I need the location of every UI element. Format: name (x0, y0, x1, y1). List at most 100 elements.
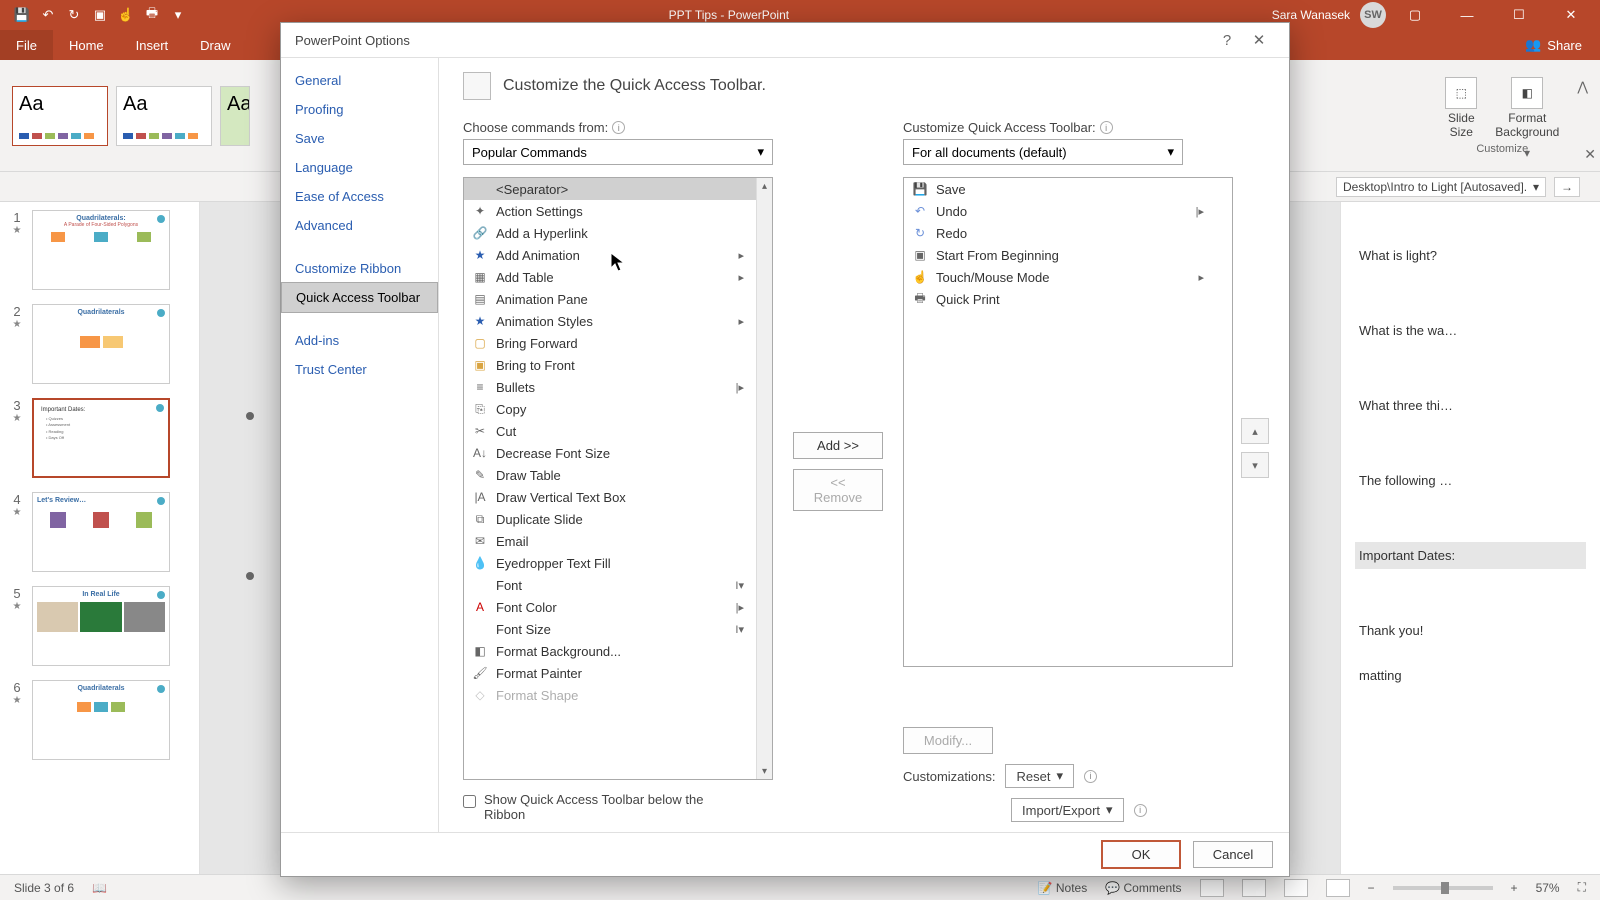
list-item[interactable]: What is the wa… (1355, 317, 1586, 344)
avatar[interactable]: SW (1360, 2, 1386, 28)
zoom-slider[interactable] (1393, 886, 1493, 890)
chevron-down-icon: ▾ (1056, 768, 1063, 784)
import-export-button[interactable]: Import/Export▾ (1011, 798, 1124, 822)
zoom-level[interactable]: 57% (1536, 881, 1560, 895)
redo-icon[interactable]: ↻ (66, 7, 82, 23)
ok-button[interactable]: OK (1101, 840, 1181, 869)
save-icon[interactable]: 💾 (14, 7, 30, 23)
nav-trust[interactable]: Trust Center (281, 355, 438, 384)
pane-dropdown-icon[interactable]: ▾ (1524, 146, 1530, 160)
file-path-field[interactable]: Desktop\Intro to Light [Autosaved].▾ (1336, 177, 1546, 197)
slide-panel: 1★ Quadrilaterals:A Parade of Four-Sided… (0, 202, 200, 874)
help-icon[interactable]: ? (1211, 32, 1243, 49)
slide-thumb-2[interactable]: Quadrilaterals (32, 304, 170, 384)
reading-view-icon[interactable] (1284, 879, 1308, 897)
collapse-ribbon-icon[interactable]: ⋀ (1577, 79, 1588, 95)
group-customize-label: Customize (1445, 143, 1559, 155)
list-item: ◇Format Shape (464, 684, 772, 706)
move-down-button[interactable]: ▾ (1241, 452, 1269, 478)
choose-commands-combo[interactable]: Popular Commands▾ (463, 139, 773, 165)
slide-thumb-6[interactable]: Quadrilaterals (32, 680, 170, 760)
nav-addins[interactable]: Add-ins (281, 326, 438, 355)
nav-save[interactable]: Save (281, 124, 438, 153)
start-icon[interactable]: ▣ (92, 7, 108, 23)
list-item[interactable]: Thank you! (1355, 617, 1586, 644)
reset-button[interactable]: Reset▾ (1005, 764, 1074, 788)
commands-listbox[interactable]: <Separator> ✦Action Settings 🔗Add a Hype… (463, 177, 773, 780)
tab-file[interactable]: File (0, 30, 53, 60)
list-item: ⎘Copy (464, 398, 772, 420)
nav-language[interactable]: Language (281, 153, 438, 182)
pane-close-icon[interactable]: ✕ (1584, 146, 1596, 163)
add-button[interactable]: Add >> (793, 432, 883, 459)
list-item: 🔗Add a Hyperlink (464, 222, 772, 244)
reuse-slides-pane: What is light? What is the wa… What thre… (1340, 202, 1600, 874)
normal-view-icon[interactable] (1200, 879, 1224, 897)
remove-button[interactable]: << Remove (793, 469, 883, 511)
dialog-close-icon[interactable]: ✕ (1243, 31, 1275, 49)
theme-variant-2[interactable]: Aa (116, 86, 212, 146)
list-item[interactable]: Important Dates: (1355, 542, 1586, 569)
nav-general[interactable]: General (281, 66, 438, 95)
format-background-button[interactable]: ◧ Format Background (1495, 77, 1559, 139)
info-icon[interactable]: i (612, 121, 625, 134)
minimize-icon[interactable]: — (1444, 0, 1490, 30)
theme-variant-1[interactable]: Aa (12, 86, 108, 146)
nav-qat[interactable]: Quick Access Toolbar (281, 282, 438, 313)
slide-thumb-3[interactable]: Important Dates:• Quizzes• Assessment• R… (32, 398, 170, 478)
tab-home[interactable]: Home (53, 30, 120, 60)
list-item[interactable]: The following … (1355, 467, 1586, 494)
qat-listbox[interactable]: 💾Save ↶Undo|▸ ↻Redo ▣Start From Beginnin… (903, 177, 1233, 667)
theme-variant-3[interactable]: Aa (220, 86, 250, 146)
list-item: ✉Email (464, 530, 772, 552)
nav-proofing[interactable]: Proofing (281, 95, 438, 124)
scrollbar[interactable]: ▴▾ (756, 178, 772, 779)
touch-icon[interactable]: ☝ (118, 7, 134, 23)
slide-thumb-1[interactable]: Quadrilaterals:A Parade of Four-Sided Po… (32, 210, 170, 290)
list-item[interactable]: What is light? (1355, 242, 1586, 269)
ribbon-options-icon[interactable]: ▢ (1392, 0, 1438, 30)
chevron-down-icon: ▾ (757, 144, 764, 160)
fit-icon[interactable]: ⛶ (1578, 880, 1586, 895)
move-up-button[interactable]: ▴ (1241, 418, 1269, 444)
info-icon[interactable]: i (1100, 121, 1113, 134)
show-below-ribbon-checkbox[interactable] (463, 795, 476, 808)
info-icon[interactable]: i (1084, 770, 1097, 783)
slide-size-button[interactable]: ⬚ Slide Size (1445, 77, 1477, 139)
zoom-out-icon[interactable]: − (1368, 881, 1375, 895)
zoom-in-icon[interactable]: + (1511, 881, 1518, 895)
list-item: ↶Undo|▸ (904, 200, 1232, 222)
notes-button[interactable]: 📝 Notes (1038, 881, 1088, 895)
sorter-view-icon[interactable] (1242, 879, 1266, 897)
maximize-icon[interactable]: ☐ (1496, 0, 1542, 30)
nav-advanced[interactable]: Advanced (281, 211, 438, 240)
spellcheck-icon[interactable]: 📖 (92, 881, 107, 895)
comments-button[interactable]: 💬 Comments (1105, 881, 1181, 895)
nav-customize-ribbon[interactable]: Customize Ribbon (281, 254, 438, 283)
undo-icon[interactable]: ↶ (40, 7, 56, 23)
tab-insert[interactable]: Insert (120, 30, 185, 60)
slideshow-view-icon[interactable] (1326, 879, 1350, 897)
qat-dropdown-icon[interactable]: ▾ (170, 7, 186, 23)
share-button[interactable]: Share (1547, 38, 1582, 53)
print-icon[interactable]: 🖶 (144, 7, 160, 23)
list-item: ▣Bring to Front (464, 354, 772, 376)
list-item: A↓Decrease Font Size (464, 442, 772, 464)
customizations-label: Customizations: (903, 769, 995, 784)
list-item[interactable]: matting (1355, 662, 1586, 689)
go-button[interactable]: → (1554, 177, 1580, 197)
qat-scope-combo[interactable]: For all documents (default)▾ (903, 139, 1183, 165)
tab-draw[interactable]: Draw (184, 30, 246, 60)
list-item: 💧Eyedropper Text Fill (464, 552, 772, 574)
list-item: ◧Format Background... (464, 640, 772, 662)
list-item: ⧉Duplicate Slide (464, 508, 772, 530)
nav-ease[interactable]: Ease of Access (281, 182, 438, 211)
slide-thumb-4[interactable]: Let's Review… (32, 492, 170, 572)
list-item[interactable]: What three thi… (1355, 392, 1586, 419)
modify-button[interactable]: Modify... (903, 727, 993, 754)
cancel-button[interactable]: Cancel (1193, 841, 1273, 868)
slide-thumb-5[interactable]: In Real Life (32, 586, 170, 666)
close-icon[interactable]: ✕ (1548, 0, 1594, 30)
info-icon[interactable]: i (1134, 804, 1147, 817)
list-item: <Separator> (464, 178, 772, 200)
